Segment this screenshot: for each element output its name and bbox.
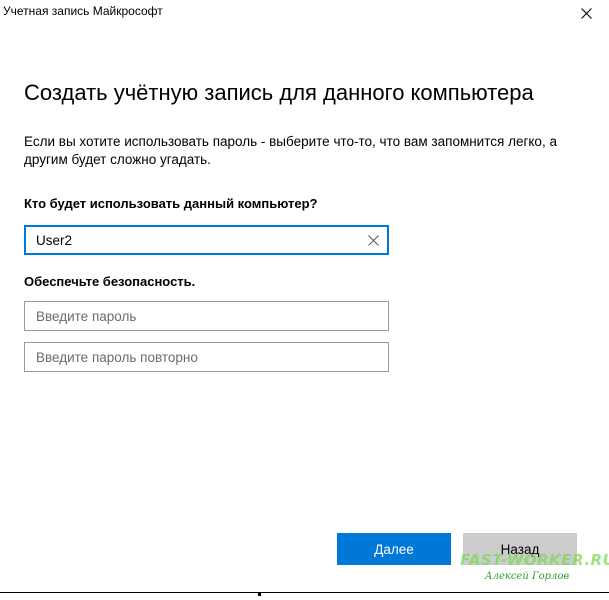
dialog-window: Учетная запись Майкрософт Создать учётну…	[0, 0, 609, 600]
username-input[interactable]	[26, 227, 387, 253]
username-field-container	[24, 225, 389, 255]
back-button[interactable]: Назад	[463, 533, 577, 565]
clear-username-button[interactable]	[365, 232, 381, 248]
bottom-divider	[0, 592, 609, 593]
close-icon	[580, 7, 592, 19]
confirm-password-input[interactable]	[25, 343, 388, 371]
close-button[interactable]	[563, 0, 609, 26]
clear-icon	[367, 234, 379, 246]
page-description: Если вы хотите использовать пароль - выб…	[24, 134, 557, 167]
next-button[interactable]: Далее	[337, 533, 451, 565]
username-label: Кто будет использовать данный компьютер?	[24, 196, 318, 211]
window-title: Учетная запись Майкрософт	[3, 4, 163, 18]
bottom-tick	[258, 593, 261, 596]
security-label: Обеспечьте безопасность.	[24, 274, 196, 289]
password-input[interactable]	[25, 302, 388, 330]
page-title: Создать учётную запись для данного компь…	[24, 80, 534, 105]
title-bar: Учетная запись Майкрософт	[0, 0, 609, 26]
password-field-container	[24, 301, 389, 331]
watermark-author: Алексей Горлов	[485, 571, 570, 582]
confirm-password-field-container	[24, 342, 389, 372]
